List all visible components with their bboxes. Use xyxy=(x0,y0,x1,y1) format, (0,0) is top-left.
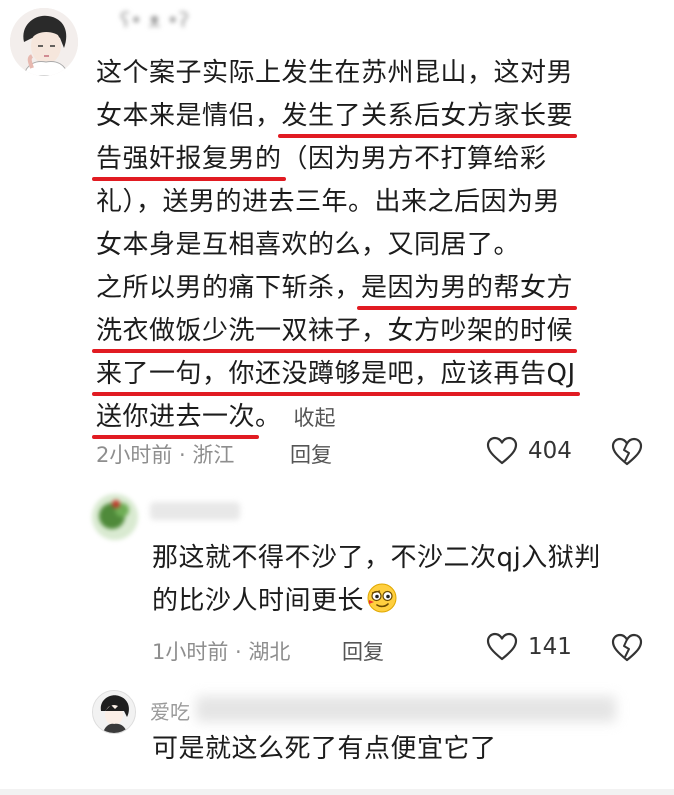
comment-line: 女本身是互相喜欢的么，又同居了。 xyxy=(96,230,521,260)
comment-line: 这个案子实际上发生在苏州昆山，这对男 xyxy=(96,58,574,88)
comment-line: 可是就这么死了有点便宜它了 xyxy=(152,734,497,764)
timestamp: 2小时前 xyxy=(96,443,173,467)
meta-separator: · xyxy=(228,640,249,664)
username[interactable] xyxy=(150,502,240,520)
timestamp: 1小时前 xyxy=(152,640,229,664)
reply-button[interactable]: 回复 xyxy=(290,439,332,469)
location: 浙江 xyxy=(192,443,235,467)
comment-line: 那这就不得不沙了，不沙二次qj入狱判 xyxy=(152,543,601,573)
highlighted-text: 来了一句，你还没蹲够是吧，应该再告QJ xyxy=(92,353,580,396)
collapse-button[interactable]: 收起 xyxy=(294,406,336,430)
divider xyxy=(0,789,674,795)
smirk-emoji-icon xyxy=(367,583,397,613)
highlighted-text: 是因为男的帮女方 xyxy=(357,267,578,310)
meta-separator: · xyxy=(172,443,193,467)
avatar[interactable] xyxy=(10,8,78,76)
comment-line: 来了一句，你还没蹲够是吧，应该再告QJ xyxy=(92,353,580,396)
comment-line: 女本来是情侣，发生了关系后女方家长要 xyxy=(96,95,577,138)
comment-text: 那这就不得不沙了，不沙二次qj入狱判 的比沙人时间更长 xyxy=(152,537,601,623)
highlighted-text: 洗衣做饭少洗一双袜子，女方吵架的时候 xyxy=(91,310,578,353)
broken-heart-icon xyxy=(611,633,643,662)
username-blurred-extension xyxy=(196,696,616,722)
comment-line: 的比沙人时间更长 xyxy=(152,580,601,623)
comment-text: 可是就这么死了有点便宜它了 xyxy=(152,728,497,771)
highlighted-text: 发生了关系后女方家长要 xyxy=(277,95,577,138)
comment-meta: 2小时前 · 浙江 xyxy=(96,439,234,469)
like-button[interactable]: 404 xyxy=(486,436,572,466)
comment-line: 之所以男的痛下斩杀，是因为男的帮女方 xyxy=(96,267,578,310)
avatar-boy-illustration-icon xyxy=(10,8,78,76)
like-count: 141 xyxy=(528,634,572,660)
comment-text: 这个案子实际上发生在苏州昆山，这对男 女本来是情侣，发生了关系后女方家长要 告强… xyxy=(91,52,580,439)
comment-line: 告强奸报复男的（因为男方不打算给彩 xyxy=(92,138,576,181)
like-count: 404 xyxy=(528,438,572,464)
comment-3: 爱吃 可是就这么死了有点便宜它了 xyxy=(0,680,674,795)
reply-button[interactable]: 回复 xyxy=(342,636,384,666)
comment-2: 那这就不得不沙了，不沙二次qj入狱判 的比沙人时间更长 1小时前 · 湖北 回复… xyxy=(0,480,674,680)
highlighted-text: 告强奸报复男的 xyxy=(92,138,286,181)
avatar-anime-character-icon xyxy=(93,691,135,733)
avatar[interactable] xyxy=(92,494,138,540)
heart-icon xyxy=(486,436,518,465)
heart-icon xyxy=(486,632,518,661)
dislike-button[interactable] xyxy=(611,437,643,471)
broken-heart-icon xyxy=(611,437,643,466)
like-button[interactable]: 141 xyxy=(486,632,572,662)
dislike-button[interactable] xyxy=(611,633,643,667)
comment-1: ʕ• ᴥ •ʔ 这个案子实际上发生在苏州昆山，这对男 女本来是情侣，发生了关系后… xyxy=(0,0,674,480)
username[interactable]: 爱吃 xyxy=(150,696,190,725)
location: 湖北 xyxy=(248,640,291,664)
comment-meta: 1小时前 · 湖北 xyxy=(152,636,290,666)
comment-line: 礼），送男的进去三年。出来之后因为男 xyxy=(96,187,561,217)
avatar[interactable] xyxy=(92,690,136,734)
highlighted-text: 送你进去一次 xyxy=(91,396,260,439)
avatar-green-blurred-icon xyxy=(92,494,138,540)
comment-line: 送你进去一次。 收起 xyxy=(91,396,576,439)
username[interactable]: ʕ• ᴥ •ʔ xyxy=(120,8,189,33)
comment-line: 洗衣做饭少洗一双袜子，女方吵架的时候 xyxy=(91,310,578,353)
